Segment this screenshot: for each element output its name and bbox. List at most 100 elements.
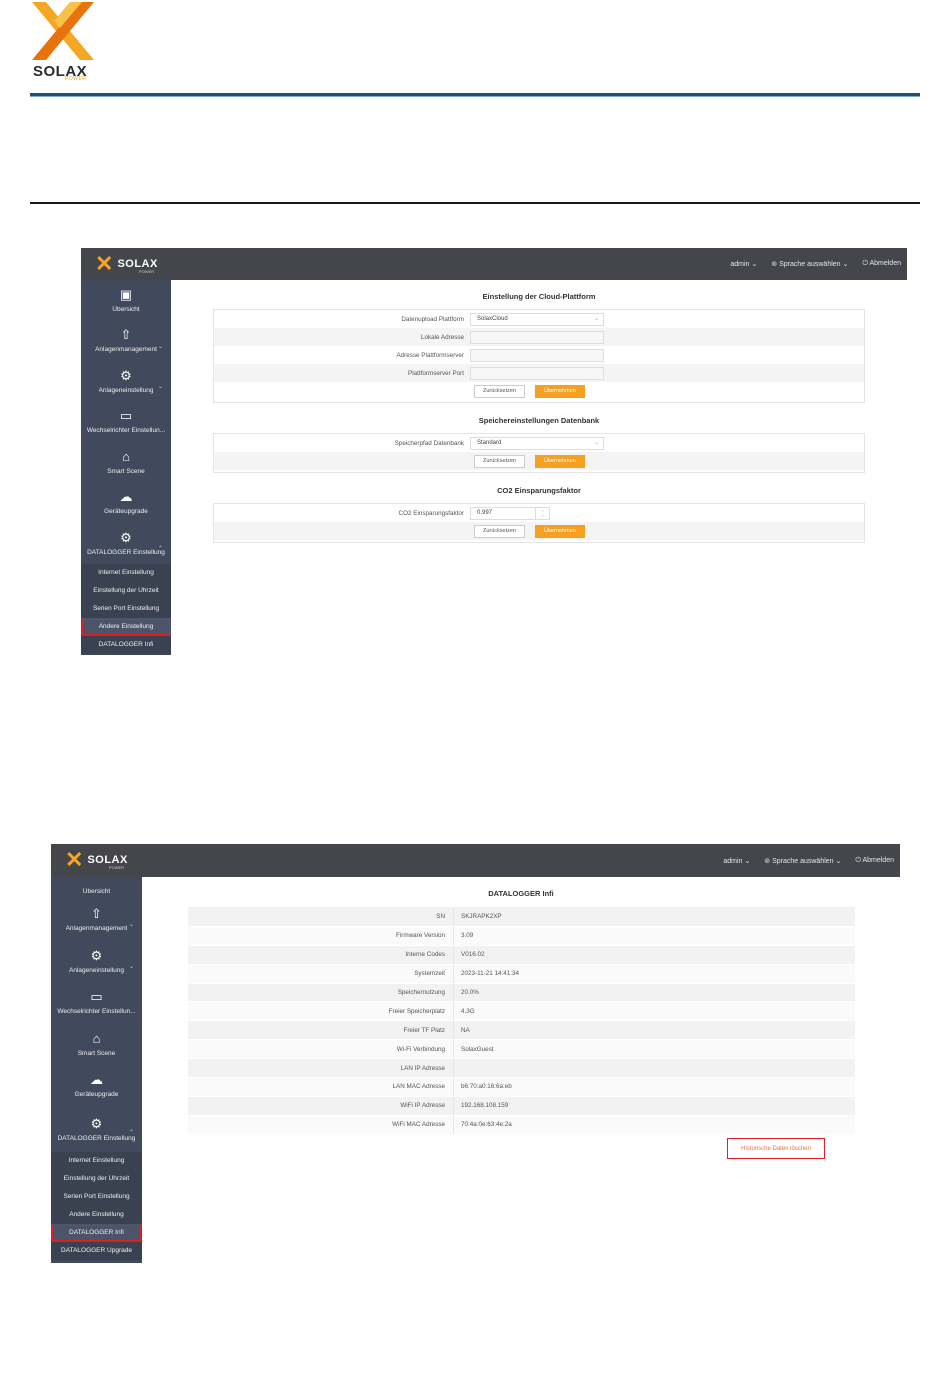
- nav-datalogger-settings[interactable]: ⚙ DATALOGGER Einstellung ⌃: [81, 523, 171, 564]
- upload-home-icon: ⇧: [120, 327, 132, 343]
- select-value: Standard: [477, 440, 502, 446]
- solax-x-mark-icon: [32, 2, 94, 60]
- info-key: Systemzeit: [188, 964, 454, 983]
- sub-serial-port-settings[interactable]: Serien Port Einstellung: [81, 600, 171, 618]
- cloud-upload-icon: ☁: [119, 489, 133, 505]
- nav-overview[interactable]: ▣ Übersicht: [81, 280, 171, 321]
- sub-time-settings[interactable]: Einstellung der Uhrzeit: [81, 582, 171, 600]
- nav-smart-scene[interactable]: ⌂ Smart Scene: [51, 1024, 142, 1066]
- sub-time-settings[interactable]: Einstellung der Uhrzeit: [51, 1170, 142, 1188]
- info-key: WiFi IP Adresse: [188, 1096, 454, 1115]
- sub-datalogger-info[interactable]: DATALOGGER Infi: [51, 1223, 142, 1242]
- field-label: Datenupload Plattform: [401, 315, 464, 323]
- form-row: Speicherpfad Datenbank Standard ⌄: [214, 434, 864, 452]
- info-key: Firmware Version: [188, 926, 454, 945]
- nav-label: Übersicht: [82, 888, 111, 895]
- clear-history-button[interactable]: Historische Daten löschen: [727, 1138, 825, 1159]
- logout-button[interactable]: ⏻ Abmelden: [862, 260, 901, 268]
- smart-home-icon: ⌂: [122, 448, 130, 464]
- chevron-down-icon: ⌄: [128, 922, 134, 928]
- sub-other-settings[interactable]: Andere Einstellung: [81, 617, 171, 636]
- table-row: WiFi MAC Adresse 70:4a:0e:63:4e:2a: [188, 1115, 855, 1135]
- overview-icon: ▣: [119, 286, 133, 302]
- info-value: SKJRAPK2XP: [461, 913, 502, 921]
- nav-inverter-settings[interactable]: ▭ Wechselrichter Einstellun...: [81, 402, 171, 443]
- nav-plant-management[interactable]: ⇧ Anlagenmanagement ⌄: [81, 321, 171, 362]
- co2-factor-stepper[interactable]: 0.997 ˄ ˅: [470, 506, 550, 520]
- language-select[interactable]: ⊚ Sprache auswählen ⌄: [771, 260, 848, 268]
- form-row: Lokale Adresse: [214, 328, 864, 346]
- nav-device-upgrade[interactable]: ☁ Geräteupgrade: [51, 1065, 142, 1107]
- chevron-up-icon: ⌃: [157, 546, 163, 552]
- cloud-section-title: Einstellung der Cloud-Plattform: [482, 292, 596, 301]
- nav-datalogger-settings[interactable]: ⚙ DATALOGGER Einstellung ⌃: [51, 1107, 142, 1152]
- field-label: Speicherpfad Datenbank: [394, 439, 464, 447]
- sub-datalogger-upgrade[interactable]: DATALOGGER Upgrade: [51, 1242, 142, 1260]
- smart-home-icon: ⌂: [92, 1030, 101, 1046]
- info-value: 192.168.108.159: [461, 1102, 509, 1110]
- server-port-input[interactable]: [470, 366, 604, 380]
- sub-internet-settings[interactable]: Internet Einstellung: [81, 564, 171, 582]
- nav-label: DATALOGGER Einstellung: [87, 548, 165, 556]
- co2-form: CO2 Einsparungsfaktor 0.997 ˄ ˅ Zurückse…: [213, 503, 865, 543]
- nav-label: Übersicht: [112, 305, 140, 313]
- gear-monitor-icon: ⚙: [120, 367, 132, 383]
- form-actions: Zurücksetzen Übernehmen: [214, 522, 864, 540]
- nav-label: Anlageneinstellung: [98, 386, 154, 394]
- info-key: WiFi MAC Adresse: [188, 1115, 454, 1134]
- logout-button[interactable]: ⏻ Abmelden: [855, 857, 894, 865]
- storage-form: Speicherpfad Datenbank Standard ⌄ Zurück…: [213, 433, 865, 473]
- form-row: Datenupload Plattform SolaxCloud ⌄: [214, 310, 864, 328]
- info-value: 2023-11-21 14:41:34: [461, 970, 520, 978]
- datalogger-info-table: SN SKJRAPK2XP Firmware Version 3.09 Intern…: [188, 907, 855, 1135]
- form-row: Plattformserver Port: [214, 364, 864, 382]
- table-row: LAN MAC Adresse b6:70:a0:16:6a:eb: [188, 1078, 855, 1097]
- info-key: Wi-Fi Verbindung: [188, 1040, 454, 1059]
- info-value: b6:70:a0:16:6a:eb: [461, 1083, 512, 1091]
- info-key: SN: [188, 908, 454, 926]
- save-button[interactable]: Übernehmen: [535, 384, 585, 398]
- table-row: Freier TF Platz NA: [188, 1021, 855, 1041]
- nav-plant-settings[interactable]: ⚙ Anlageneinstellung ⌄: [81, 361, 171, 402]
- local-address-input[interactable]: [470, 330, 604, 344]
- field-label: Plattformserver Port: [408, 369, 464, 377]
- sub-other-settings[interactable]: Andere Einstellung: [51, 1206, 142, 1224]
- nav-inverter-settings[interactable]: ▭ Wechselrichter Einstellun...: [51, 982, 142, 1024]
- server-address-input[interactable]: [470, 348, 604, 362]
- nav-overview[interactable]: Übersicht: [51, 877, 142, 899]
- nav-label: Anlagenmanagement: [95, 346, 157, 354]
- header-divider: [30, 93, 920, 97]
- brand-subtitle: POWER: [65, 76, 87, 82]
- table-row: Speichernutzung 20.0%: [188, 983, 855, 1003]
- info-key: LAN IP Adresse: [188, 1059, 454, 1078]
- nav-plant-settings[interactable]: ⚙ Anlageneinstellung ⌄: [51, 941, 142, 983]
- sub-internet-settings[interactable]: Internet Einstellung: [51, 1152, 142, 1170]
- storage-path-select[interactable]: Standard ⌄: [470, 436, 604, 450]
- nav-smart-scene[interactable]: ⌂ Smart Scene: [81, 442, 171, 483]
- nav-plant-management[interactable]: ⇧ Anlagenmanagement ⌄: [51, 899, 142, 941]
- chevron-down-icon: ⌄: [157, 343, 163, 350]
- save-button[interactable]: Übernehmen: [535, 454, 585, 468]
- save-button[interactable]: Übernehmen: [535, 524, 585, 538]
- sub-datalogger-info[interactable]: DATALOGGER Infi: [81, 636, 171, 654]
- reset-button[interactable]: Zurücksetzen: [474, 454, 526, 468]
- user-menu[interactable]: admin ⌄: [723, 857, 750, 865]
- info-key: Freier Speicherplatz: [188, 1002, 454, 1021]
- app-logo: ✕ SOLAX POWER: [65, 849, 128, 871]
- gear-monitor-icon: ⚙: [90, 947, 103, 963]
- nav-label: Geräteupgrade: [104, 508, 148, 516]
- cloud-upload-icon: ☁: [90, 1072, 103, 1088]
- upload-home-icon: ⇧: [91, 906, 102, 922]
- stepper-buttons[interactable]: ˄ ˅: [535, 507, 549, 519]
- datalogger-submenu: Internet Einstellung Einstellung der Uhr…: [81, 563, 171, 654]
- nav-device-upgrade[interactable]: ☁ Geräteupgrade: [81, 483, 171, 524]
- chevron-down-icon[interactable]: ˅: [541, 513, 543, 518]
- field-label: Lokale Adresse: [420, 333, 464, 341]
- datalogger-submenu: Internet Einstellung Einstellung der Uhr…: [51, 1151, 142, 1260]
- sub-serial-port-settings[interactable]: Serien Port Einstellung: [51, 1188, 142, 1206]
- language-select[interactable]: ⊚ Sprache auswählen ⌄: [764, 857, 841, 865]
- user-menu[interactable]: admin ⌄: [730, 260, 757, 268]
- reset-button[interactable]: Zurücksetzen: [474, 384, 526, 398]
- reset-button[interactable]: Zurücksetzen: [474, 524, 526, 538]
- platform-select[interactable]: SolaxCloud ⌄: [470, 312, 604, 326]
